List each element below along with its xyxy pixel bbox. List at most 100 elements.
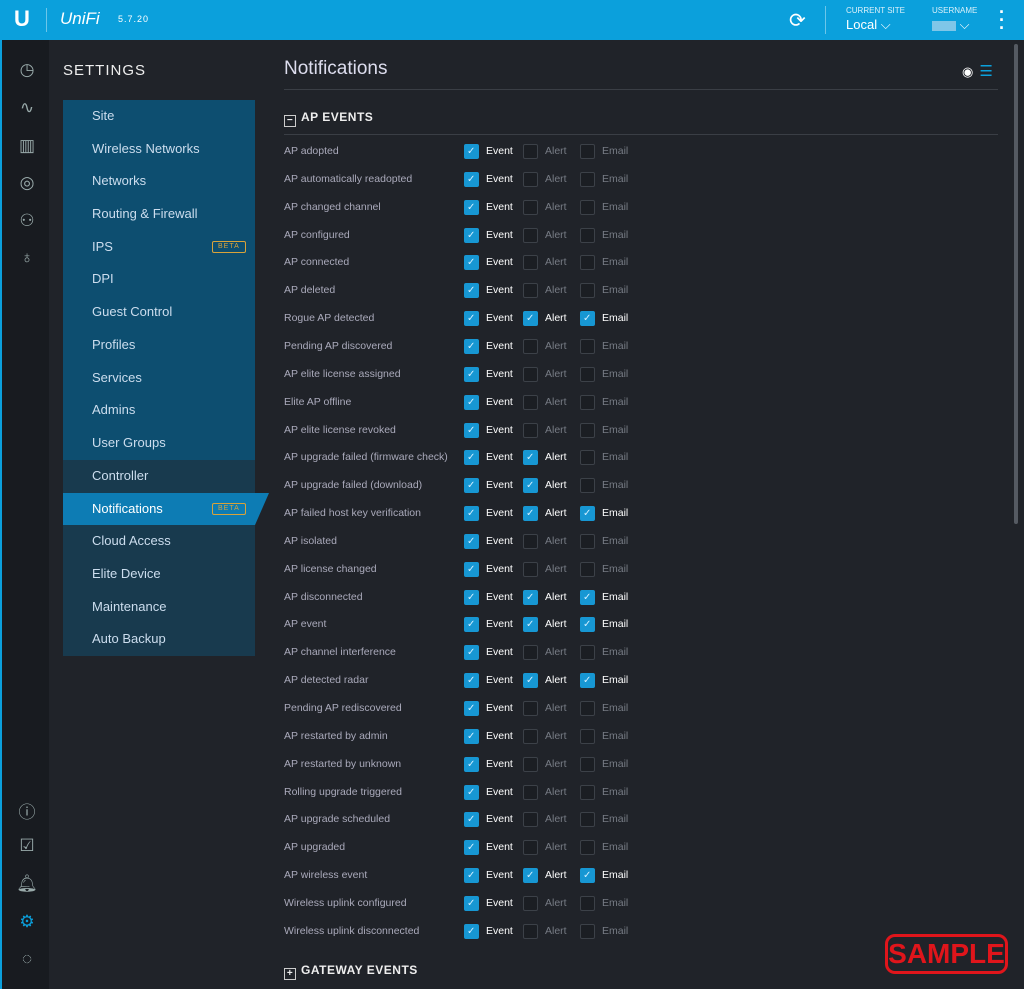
settings-item-wireless-networks[interactable]: Wireless Networks: [63, 133, 255, 166]
scrollbar[interactable]: [1014, 44, 1018, 524]
event-checkbox[interactable]: [464, 309, 479, 329]
email-checkbox[interactable]: [580, 615, 595, 635]
event-checkbox[interactable]: [464, 894, 479, 914]
gateway-events-toggle[interactable]: + GATEWAY EVENTS: [284, 963, 418, 980]
event-checkbox[interactable]: [464, 810, 479, 830]
settings-item-elite-device[interactable]: Elite Device: [63, 558, 255, 591]
settings-item-auto-backup[interactable]: Auto Backup: [63, 623, 255, 656]
email-checkbox[interactable]: [580, 895, 595, 911]
alert-checkbox[interactable]: [523, 309, 538, 329]
alert-checkbox[interactable]: [523, 701, 538, 716]
alert-checkbox[interactable]: [523, 422, 538, 438]
more-options-icon[interactable]: · · ·: [998, 3, 1006, 37]
event-checkbox[interactable]: [464, 922, 479, 942]
alert-checkbox[interactable]: [523, 476, 538, 496]
settings-item-networks[interactable]: Networks: [63, 165, 255, 198]
settings-icon[interactable]: ⚙: [16, 912, 38, 932]
settings-item-routing-firewall[interactable]: Routing & Firewall: [63, 198, 255, 231]
chat-icon[interactable]: ◌: [16, 949, 38, 969]
event-checkbox[interactable]: [464, 866, 479, 886]
email-checkbox[interactable]: [580, 450, 595, 466]
email-checkbox[interactable]: [580, 283, 595, 299]
email-checkbox[interactable]: [580, 784, 595, 800]
event-checkbox[interactable]: [464, 476, 479, 496]
email-checkbox[interactable]: [580, 812, 595, 828]
refresh-icon[interactable]: ⟳: [789, 8, 806, 33]
email-checkbox[interactable]: [580, 338, 595, 354]
email-checkbox[interactable]: [580, 478, 595, 494]
event-checkbox[interactable]: [464, 448, 479, 468]
info-icon[interactable]: ⓘ: [16, 798, 38, 823]
alert-checkbox[interactable]: [523, 144, 538, 159]
event-checkbox[interactable]: [464, 755, 479, 775]
alert-checkbox[interactable]: [523, 504, 538, 524]
list-icon[interactable]: ☰: [979, 63, 992, 80]
alert-checkbox[interactable]: [523, 283, 538, 299]
alert-checkbox[interactable]: [523, 394, 538, 410]
email-checkbox[interactable]: [580, 171, 595, 187]
email-checkbox[interactable]: [580, 504, 595, 524]
alerts-icon[interactable]: 🔔︎: [16, 874, 38, 894]
map-icon[interactable]: ▥: [16, 136, 38, 156]
eye-icon[interactable]: ◉: [962, 64, 973, 79]
alert-checkbox[interactable]: [523, 756, 538, 772]
email-checkbox[interactable]: [580, 671, 595, 691]
settings-item-maintenance[interactable]: Maintenance: [63, 591, 255, 624]
email-checkbox[interactable]: [580, 199, 595, 215]
email-checkbox[interactable]: [580, 227, 595, 243]
event-checkbox[interactable]: [464, 253, 479, 273]
alert-checkbox[interactable]: [523, 645, 538, 661]
event-checkbox[interactable]: [464, 421, 479, 441]
email-checkbox[interactable]: [580, 422, 595, 438]
event-checkbox[interactable]: [464, 393, 479, 413]
alert-checkbox[interactable]: [523, 923, 538, 939]
event-checkbox[interactable]: [464, 615, 479, 635]
alert-checkbox[interactable]: [523, 171, 538, 187]
alert-checkbox[interactable]: [523, 338, 538, 354]
settings-item-ips[interactable]: IPS BETA: [63, 231, 255, 264]
email-checkbox[interactable]: [580, 533, 595, 549]
email-checkbox[interactable]: [580, 923, 595, 939]
alert-checkbox[interactable]: [523, 671, 538, 691]
tasks-icon[interactable]: ☑: [16, 836, 38, 856]
user-menu[interactable]: ⌵: [932, 17, 969, 33]
email-checkbox[interactable]: [580, 394, 595, 410]
email-checkbox[interactable]: [580, 366, 595, 382]
event-checkbox[interactable]: [464, 504, 479, 524]
email-checkbox[interactable]: [580, 840, 595, 856]
email-checkbox[interactable]: [580, 309, 595, 329]
email-checkbox[interactable]: [580, 588, 595, 608]
event-checkbox[interactable]: [464, 170, 479, 190]
alert-checkbox[interactable]: [523, 588, 538, 608]
email-checkbox[interactable]: [580, 645, 595, 661]
event-checkbox[interactable]: [464, 281, 479, 301]
alert-checkbox[interactable]: [523, 255, 538, 271]
devices-icon[interactable]: ◎: [16, 173, 38, 193]
alert-checkbox[interactable]: [523, 561, 538, 577]
event-checkbox[interactable]: [464, 838, 479, 858]
event-checkbox[interactable]: [464, 727, 479, 747]
event-checkbox[interactable]: [464, 560, 479, 580]
alert-checkbox[interactable]: [523, 227, 538, 243]
alert-checkbox[interactable]: [523, 448, 538, 468]
event-checkbox[interactable]: [464, 337, 479, 357]
event-checkbox[interactable]: [464, 671, 479, 691]
statistics-icon[interactable]: ∿: [16, 98, 38, 118]
settings-item-profiles[interactable]: Profiles: [63, 329, 255, 362]
event-checkbox[interactable]: [464, 699, 479, 719]
alert-checkbox[interactable]: [523, 366, 538, 382]
event-checkbox[interactable]: [464, 226, 479, 246]
settings-item-guest-control[interactable]: Guest Control: [63, 296, 255, 329]
site-selector[interactable]: Local ⌵: [846, 17, 891, 33]
settings-item-user-groups[interactable]: User Groups: [63, 427, 255, 460]
alert-checkbox[interactable]: [523, 533, 538, 549]
event-checkbox[interactable]: [464, 365, 479, 385]
alert-checkbox[interactable]: [523, 728, 538, 744]
event-checkbox[interactable]: [464, 588, 479, 608]
ap-events-toggle[interactable]: − AP EVENTS: [284, 110, 373, 127]
alert-checkbox[interactable]: [523, 840, 538, 856]
alert-checkbox[interactable]: [523, 866, 538, 886]
event-checkbox[interactable]: [464, 532, 479, 552]
settings-item-cloud-access[interactable]: Cloud Access: [63, 525, 255, 558]
email-checkbox[interactable]: [580, 728, 595, 744]
